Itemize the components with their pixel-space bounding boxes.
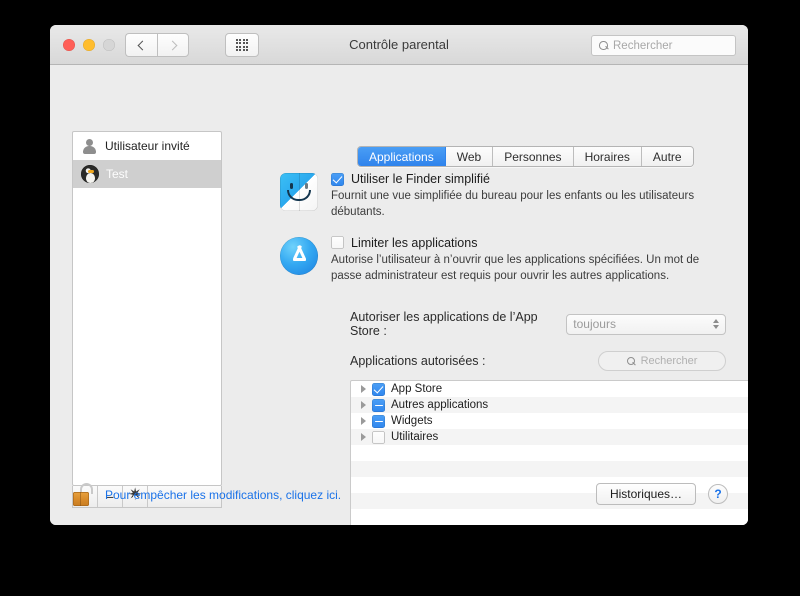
window-body: Utilisateur invité Test + − Applications… xyxy=(50,65,748,525)
toolbar-search-placeholder: Rechercher xyxy=(613,39,673,52)
allowed-apps-search-placeholder: Rechercher xyxy=(640,355,698,368)
disclosure-triangle-icon[interactable] xyxy=(361,417,366,426)
guest-avatar-icon xyxy=(81,138,98,155)
lock-area[interactable]: Pour empêcher les modifications, cliquez… xyxy=(72,483,341,507)
window-titlebar: Contrôle parental Rechercher xyxy=(50,25,748,65)
tab-horaires[interactable]: Horaires xyxy=(573,147,642,166)
list-item-checkbox[interactable] xyxy=(372,382,385,396)
simple-finder-description: Fournit une vue simplifiée du bureau pou… xyxy=(331,190,695,218)
unlocked-padlock-icon[interactable] xyxy=(72,483,94,507)
simple-finder-title-row: Utiliser le Finder simplifié xyxy=(331,172,726,186)
limit-apps-label: Limiter les applications xyxy=(351,235,478,250)
list-item-checkbox[interactable] xyxy=(372,398,385,412)
allowed-apps-search-input[interactable]: Rechercher xyxy=(598,351,726,372)
chevron-updown-icon xyxy=(713,319,719,330)
list-empty-row xyxy=(351,461,748,478)
sidebar-item-guest[interactable]: Utilisateur invité xyxy=(73,132,221,160)
tab-personnes[interactable]: Personnes xyxy=(493,147,574,166)
search-icon xyxy=(599,41,608,50)
simple-finder-option: Utiliser le Finder simplifié Fournit une… xyxy=(280,171,726,221)
bottom-right-actions: Historiques… ? xyxy=(595,483,728,505)
list-empty-row xyxy=(351,445,748,461)
list-item-label: App Store xyxy=(391,383,443,396)
list-item[interactable]: Autres applications xyxy=(351,397,748,414)
list-item-label: Widgets xyxy=(391,415,433,428)
app-store-popup-button[interactable]: toujours xyxy=(566,313,726,335)
logs-button[interactable]: Historiques… xyxy=(595,483,696,505)
allowed-apps-label: Applications autorisées : xyxy=(350,354,486,369)
limit-apps-checkbox[interactable] xyxy=(331,236,344,250)
sidebar-item-label: Utilisateur invité xyxy=(105,139,190,153)
list-item[interactable]: App Store xyxy=(351,381,748,397)
app-store-popup-value: toujours xyxy=(573,317,616,332)
tab-web[interactable]: Web xyxy=(445,147,494,166)
disclosure-triangle-icon[interactable] xyxy=(361,433,366,442)
lock-hint-text[interactable]: Pour empêcher les modifications, cliquez… xyxy=(105,488,341,502)
tab-applications[interactable]: Applications xyxy=(358,147,446,166)
tab-autre[interactable]: Autre xyxy=(641,147,693,166)
parental-controls-window: Contrôle parental Rechercher Utilisateur… xyxy=(50,25,748,525)
list-item-label: Utilitaires xyxy=(391,431,439,444)
list-item-checkbox[interactable] xyxy=(372,430,385,444)
limit-apps-description: Autorise l’utilisateur à n’ouvrir que le… xyxy=(331,253,700,282)
sidebar-item-test[interactable]: Test xyxy=(73,160,221,188)
limit-apps-title-row: Limiter les applications xyxy=(331,236,726,250)
limit-apps-text: Limiter les applications Autorise l’util… xyxy=(331,235,726,285)
simple-finder-checkbox[interactable] xyxy=(331,172,344,186)
toolbar-search-field[interactable]: Rechercher xyxy=(591,35,736,56)
app-store-popup-row: Autoriser les applications de l’App Stor… xyxy=(280,310,726,338)
user-list[interactable]: Utilisateur invité Test xyxy=(72,131,222,486)
limit-apps-option: Limiter les applications Autorise l’util… xyxy=(280,235,726,285)
disclosure-triangle-icon[interactable] xyxy=(361,385,366,394)
applications-pane: Utiliser le Finder simplifié Fournit une… xyxy=(280,171,748,525)
finder-icon xyxy=(280,173,318,211)
search-icon xyxy=(626,356,636,366)
simple-finder-label: Utiliser le Finder simplifié xyxy=(351,172,490,186)
list-item-label: Autres applications xyxy=(391,399,489,412)
list-item[interactable]: Utilitaires xyxy=(351,429,748,446)
bottom-bar: Pour empêcher les modifications, cliquez… xyxy=(50,477,748,525)
help-button[interactable]: ? xyxy=(708,484,728,504)
disclosure-triangle-icon[interactable] xyxy=(361,401,366,410)
simple-finder-text: Utiliser le Finder simplifié Fournit une… xyxy=(331,171,726,221)
app-store-popup-label: Autoriser les applications de l’App Stor… xyxy=(350,310,538,339)
list-item[interactable]: Widgets xyxy=(351,413,748,429)
list-item-checkbox[interactable] xyxy=(372,414,385,428)
app-store-icon xyxy=(280,236,318,275)
allowed-apps-header: Applications autorisées : Rechercher xyxy=(280,351,726,372)
sidebar-item-label: Test xyxy=(106,167,129,181)
penguin-avatar-icon xyxy=(81,165,99,183)
tab-bar: Applications Web Personnes Horaires Autr… xyxy=(357,146,694,167)
